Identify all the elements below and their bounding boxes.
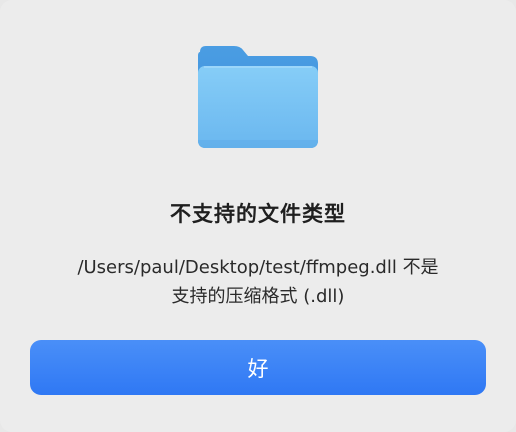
message-line-1: /Users/paul/Desktop/test/ffmpeg.dll 不是 [77,257,439,278]
dialog-message: /Users/paul/Desktop/test/ffmpeg.dll 不是 支… [30,253,486,311]
ok-button[interactable]: 好 [30,340,486,395]
message-line-2: 支持的压缩格式 (.dll) [171,286,345,307]
alert-dialog: 不支持的文件类型 /Users/paul/Desktop/test/ffmpeg… [0,0,516,432]
folder-icon [194,44,322,152]
dialog-title: 不支持的文件类型 [170,202,346,226]
